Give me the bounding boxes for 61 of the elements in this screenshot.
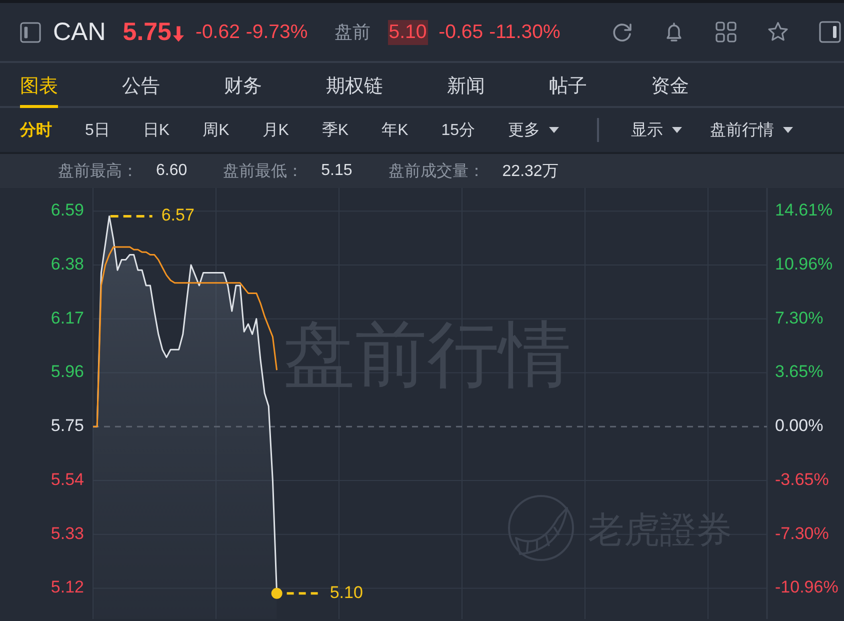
premarket-percent: -11.30% [489,20,560,44]
percent-axis-label: -10.96% [775,578,838,597]
period-tab[interactable]: 日K [142,120,170,140]
side-panel-icon[interactable] [819,21,841,43]
premarket-change: -0.65 [438,20,484,44]
price-axis-label: 6.59 [50,200,84,220]
price-change: -0.62 [195,20,240,44]
caret-icon [672,127,682,133]
more-dropdown[interactable]: 更多 [508,120,560,140]
stat-label: 盘前最高： [58,162,138,182]
stat-value: 6.60 [156,162,188,180]
stat-label: 盘前成交量： [388,162,484,182]
last-price: 5.75 [122,18,172,46]
marker-dot-icon [271,588,282,599]
tab[interactable]: 财务 [224,63,262,108]
tab[interactable]: 图表 [20,63,58,108]
percent-change: -9.73% [246,20,308,44]
ticker-symbol: CAN [53,18,106,46]
percent-axis-label: -3.65% [775,470,829,489]
stat-label: 盘前最低： [223,162,304,182]
tab[interactable]: 帖子 [549,63,587,108]
high-price-label: 6.57 [161,206,194,225]
period-tab[interactable]: 15分 [441,120,476,140]
tab[interactable]: 期权链 [326,63,383,108]
price-axis-label: 5.75 [50,416,84,436]
star-icon[interactable] [767,21,789,43]
last-price-label: 5.10 [330,582,363,602]
percent-axis-label: 3.65% [775,362,824,382]
tab[interactable]: 新闻 [447,63,485,108]
period-tab[interactable]: 季K [322,120,349,140]
price-axis-label: 5.96 [50,362,84,382]
refresh-icon[interactable] [611,21,633,43]
percent-axis-label: -7.30% [775,524,829,543]
tab[interactable]: 公告 [122,63,160,108]
caret-icon [549,127,560,133]
caret-icon [783,127,794,133]
percent-axis-label: 10.96% [775,254,833,274]
premarket-price: 5.10 [388,20,428,44]
percent-axis-label: 14.61% [775,200,833,220]
period-tab[interactable]: 年K [382,120,408,140]
leader-line [286,592,321,595]
period-tab[interactable]: 月K [262,120,289,140]
stat-value: 22.32万 [502,162,558,182]
dropdown-menu[interactable]: 盘前行情 [710,120,794,140]
premarket-label: 盘前 [334,21,371,44]
sidebar-toggle-icon[interactable] [20,22,41,42]
percent-axis-label: 7.30% [775,308,824,328]
tab[interactable]: 资金 [651,63,689,108]
price-axis-label: 5.12 [50,578,84,597]
leader-line [110,214,152,218]
dropdown-menu[interactable]: 显示 [631,120,682,140]
period-tab[interactable]: 周K [202,120,230,140]
period-tab[interactable]: 分时 [20,120,52,140]
price-axis-label: 6.17 [50,308,84,328]
period-tab[interactable]: 5日 [85,120,110,140]
price-axis-label: 5.33 [50,524,84,543]
percent-axis-label: 0.00% [775,416,824,436]
price-axis-label: 5.54 [50,470,84,489]
grid-icon[interactable] [715,21,737,43]
price-axis-label: 6.38 [50,254,84,274]
stat-value: 5.15 [321,162,352,180]
